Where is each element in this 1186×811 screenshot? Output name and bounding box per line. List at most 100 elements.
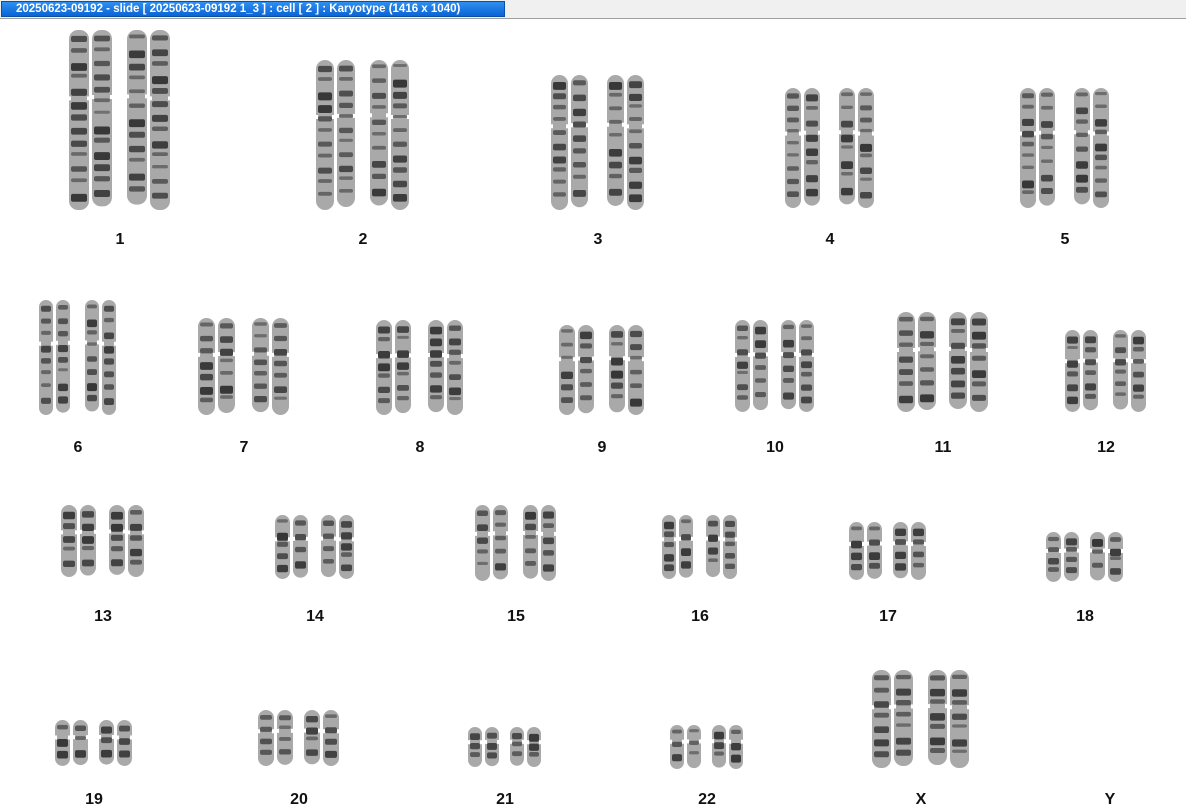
chromatid[interactable] [467, 727, 483, 767]
chromatid[interactable] [60, 505, 78, 577]
chromatid[interactable] [484, 727, 500, 767]
chromatid[interactable] [116, 720, 133, 766]
chromatid[interactable] [375, 320, 393, 415]
chromosome-pair-10[interactable] [734, 320, 815, 412]
chromatid[interactable] [949, 670, 970, 768]
chromosome-pair-11[interactable] [896, 312, 989, 412]
chromosome-pair-4[interactable] [784, 88, 875, 208]
chromatid[interactable] [492, 505, 509, 580]
chromatid[interactable] [101, 300, 117, 415]
chromatid[interactable] [1045, 532, 1062, 582]
chromatid[interactable] [1107, 532, 1124, 582]
chromatid[interactable] [1112, 330, 1129, 410]
chromatid[interactable] [784, 88, 802, 208]
chromatid[interactable] [686, 725, 702, 769]
chromosome-pair-14[interactable] [274, 515, 355, 579]
chromatid[interactable] [320, 515, 337, 578]
chromosome-pair-9[interactable] [558, 325, 645, 415]
chromatid[interactable] [72, 720, 89, 766]
chromatid[interactable] [1089, 532, 1106, 581]
chromatid[interactable] [127, 505, 145, 577]
chromosome-pair-1[interactable] [68, 30, 171, 210]
chromatid[interactable] [917, 312, 937, 410]
chromosome-pair-20[interactable] [257, 710, 340, 766]
chromosome-pair-7[interactable] [197, 318, 290, 415]
chromatid[interactable] [197, 318, 216, 415]
chromatid[interactable] [98, 720, 115, 765]
chromatid[interactable] [893, 670, 914, 767]
chromatid[interactable] [1130, 330, 1147, 412]
chromatid[interactable] [711, 725, 727, 768]
chromatid[interactable] [509, 727, 525, 766]
chromosome-pair-12[interactable] [1064, 330, 1147, 412]
chromatid[interactable] [1063, 532, 1080, 581]
chromatid[interactable] [149, 30, 171, 210]
chromatid[interactable] [38, 300, 54, 415]
chromatid[interactable] [558, 325, 576, 415]
chromosome-pair-13[interactable] [60, 505, 145, 577]
chromatid[interactable] [892, 522, 909, 579]
chromatid[interactable] [390, 60, 410, 210]
chromatid[interactable] [734, 320, 751, 412]
chromatid[interactable] [848, 522, 865, 580]
chromatid[interactable] [369, 60, 389, 206]
chromatid[interactable] [276, 710, 294, 765]
chromatid[interactable] [927, 670, 948, 766]
chromosome-pair-21[interactable] [467, 727, 542, 767]
chromatid[interactable] [217, 318, 236, 414]
chromatid[interactable] [705, 515, 721, 578]
chromatid[interactable] [661, 515, 677, 579]
chromatid[interactable] [780, 320, 797, 410]
chromatid[interactable] [1092, 88, 1110, 208]
chromatid[interactable] [1082, 330, 1099, 411]
chromatid[interactable] [271, 318, 290, 415]
chromatid[interactable] [446, 320, 464, 415]
chromatid[interactable] [126, 30, 148, 205]
chromatid[interactable] [910, 522, 927, 580]
chromatid[interactable] [678, 515, 694, 578]
chromatid[interactable] [251, 318, 270, 413]
chromatid[interactable] [394, 320, 412, 414]
chromatid[interactable] [322, 710, 340, 766]
chromosome-pair-18[interactable] [1045, 532, 1124, 582]
chromatid[interactable] [522, 505, 539, 579]
chromatid[interactable] [55, 300, 71, 413]
chromosome-pair-3[interactable] [550, 75, 645, 210]
chromatid[interactable] [948, 312, 968, 409]
chromatid[interactable] [526, 727, 542, 767]
chromatid[interactable] [969, 312, 989, 412]
chromatid[interactable] [1073, 88, 1091, 205]
chromatid[interactable] [577, 325, 595, 414]
chromosome-pair-17[interactable] [848, 522, 927, 580]
chromatid[interactable] [627, 325, 645, 415]
window-title-tab[interactable]: 20250623-09192 - slide [ 20250623-09192 … [1, 1, 505, 17]
chromosome-pair-x[interactable] [871, 670, 970, 768]
chromosome-pair-5[interactable] [1019, 88, 1110, 208]
chromatid[interactable] [669, 725, 685, 769]
chromatid[interactable] [1019, 88, 1037, 208]
chromatid[interactable] [626, 75, 645, 210]
chromatid[interactable] [91, 30, 113, 207]
chromosome-pair-19[interactable] [54, 720, 133, 766]
chromatid[interactable] [866, 522, 883, 579]
chromatid[interactable] [857, 88, 875, 208]
chromatid[interactable] [570, 75, 589, 208]
chromatid[interactable] [68, 30, 90, 210]
chromatid[interactable] [108, 505, 126, 575]
chromatid[interactable] [606, 75, 625, 206]
chromatid[interactable] [474, 505, 491, 581]
chromosome-pair-8[interactable] [375, 320, 464, 415]
chromatid[interactable] [54, 720, 71, 766]
chromatid[interactable] [79, 505, 97, 576]
chromatid[interactable] [338, 515, 355, 579]
chromatid[interactable] [315, 60, 335, 210]
chromatid[interactable] [303, 710, 321, 765]
chromatid[interactable] [896, 312, 916, 412]
chromosome-pair-22[interactable] [669, 725, 744, 769]
chromatid[interactable] [608, 325, 626, 413]
chromatid[interactable] [803, 88, 821, 206]
chromatid[interactable] [728, 725, 744, 769]
chromatid[interactable] [722, 515, 738, 579]
chromatid[interactable] [752, 320, 769, 411]
chromosome-pair-2[interactable] [315, 60, 410, 210]
